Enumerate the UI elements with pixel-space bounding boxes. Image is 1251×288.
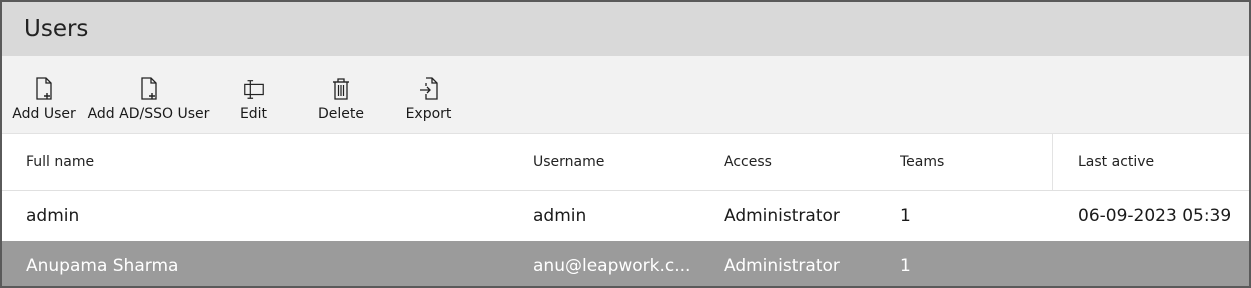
users-panel: Users Add User Add AD/SSO User Edit Dele… bbox=[0, 0, 1251, 288]
cell-full-name: admin bbox=[26, 206, 80, 226]
cell-teams: 1 bbox=[900, 206, 911, 226]
cell-username: anu@leapwork.c... bbox=[533, 256, 691, 276]
column-header-username[interactable]: Username bbox=[533, 134, 693, 190]
edit-text-icon bbox=[243, 80, 264, 99]
table-header: Full name Username Access Teams Last act… bbox=[2, 134, 1249, 191]
column-divider[interactable] bbox=[1052, 134, 1053, 190]
cell-access: Administrator bbox=[724, 206, 840, 226]
table-row-selected[interactable]: Anupama Sharma anu@leapwork.c... Adminis… bbox=[2, 241, 1249, 286]
column-header-last-active[interactable]: Last active bbox=[1078, 134, 1248, 190]
edit-button[interactable]: Edit bbox=[211, 56, 296, 122]
cell-full-name: Anupama Sharma bbox=[26, 256, 179, 276]
trash-icon bbox=[333, 78, 349, 100]
cell-last-active bbox=[1078, 241, 1248, 286]
cell-username: admin bbox=[533, 206, 587, 226]
table-row[interactable]: admin admin Administrator 1 06-09-2023 0… bbox=[2, 191, 1249, 241]
cell-last-active: 06-09-2023 05:39 bbox=[1078, 206, 1232, 226]
column-header-access[interactable]: Access bbox=[724, 134, 884, 190]
add-ad-sso-user-label: Add AD/SSO User bbox=[87, 106, 210, 122]
edit-label: Edit bbox=[239, 106, 268, 122]
toolbar: Add User Add AD/SSO User Edit Delete Exp… bbox=[2, 56, 1249, 134]
export-label: Export bbox=[405, 106, 452, 122]
add-ad-sso-user-button[interactable]: Add AD/SSO User bbox=[86, 56, 211, 122]
add-document-icon bbox=[36, 77, 52, 100]
add-document-icon bbox=[140, 77, 157, 100]
delete-button[interactable]: Delete bbox=[296, 56, 386, 122]
export-button[interactable]: Export bbox=[386, 56, 471, 122]
column-header-teams[interactable]: Teams bbox=[900, 134, 1000, 190]
page-title: Users bbox=[24, 16, 89, 42]
export-icon bbox=[419, 77, 438, 100]
column-header-full-name[interactable]: Full name bbox=[26, 134, 506, 190]
add-user-label: Add User bbox=[12, 106, 76, 122]
cell-access: Administrator bbox=[724, 256, 840, 276]
cell-teams: 1 bbox=[900, 256, 911, 276]
delete-label: Delete bbox=[318, 106, 364, 122]
add-user-button[interactable]: Add User bbox=[2, 56, 86, 122]
title-bar: Users bbox=[2, 2, 1249, 56]
